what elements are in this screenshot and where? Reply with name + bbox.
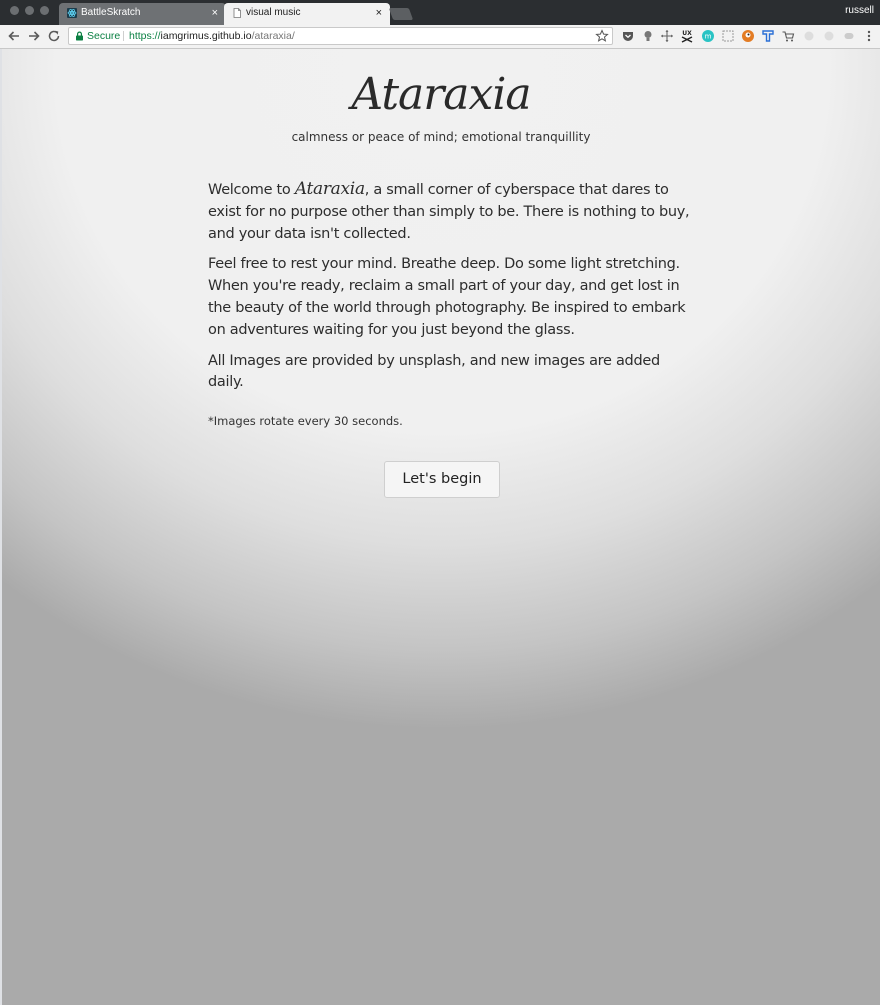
pocket-icon[interactable] [621,29,635,43]
intro-content: Welcome to Ataraxia, a small corner of c… [208,179,692,428]
page-subtitle: calmness or peace of mind; emotional tra… [291,130,591,144]
omnibox-divider [123,31,124,41]
tampermonkey-icon[interactable] [761,29,775,43]
rotation-note: *Images rotate every 30 seconds. [208,414,403,429]
welcome-paragraph: Welcome to Ataraxia, a small corner of c… [208,179,692,245]
inline-brand-name: Ataraxia [294,179,365,199]
react-favicon-icon [67,8,77,18]
close-tab-icon[interactable]: × [376,3,382,23]
close-tab-icon[interactable]: × [212,3,218,23]
move-icon[interactable] [660,29,674,43]
url-path: /ataraxia/ [251,30,295,42]
ext-disabled-icon[interactable] [842,29,856,43]
tab-visual-music[interactable]: visual music × [224,3,390,25]
lock-icon [76,31,83,41]
page-viewport: Ataraxia calmness or peace of mind; emot… [2,49,880,1005]
address-bar[interactable]: Secure https://iamgrimus.github.io/atara… [68,27,613,45]
minimize-window-icon[interactable] [25,6,34,15]
svg-text:UX: UX [682,30,692,37]
browser-toolbar: Secure https://iamgrimus.github.io/atara… [0,25,880,49]
tab-strip: BattleSkratch × visual music × russell [0,0,880,25]
ext-disabled-icon[interactable] [822,29,836,43]
page-title: Ataraxia [351,69,531,120]
bookmark-star-icon[interactable] [595,29,609,43]
tab-battleskratch[interactable]: BattleSkratch × [59,3,226,25]
svg-text:m: m [705,33,712,41]
page-icon [233,8,241,18]
url-text[interactable]: https://iamgrimus.github.io/ataraxia/ [129,28,295,44]
cart-icon[interactable] [781,29,795,43]
reload-icon[interactable] [46,28,62,44]
screenshot-icon[interactable] [721,29,735,43]
tab-label: visual music [246,7,301,18]
begin-button[interactable]: Let's begin [384,461,500,498]
url-host: iamgrimus.github.io [160,30,252,42]
relax-paragraph: Feel free to rest your mind. Breathe dee… [208,256,686,338]
images-paragraph: All Images are provided by unsplash, and… [208,352,660,391]
maximize-window-icon[interactable] [40,6,49,15]
ux-icon[interactable]: UX [680,29,694,43]
duckduckgo-icon[interactable] [741,29,755,43]
forward-icon[interactable] [26,28,42,44]
menu-icon[interactable] [862,29,876,43]
profile-name[interactable]: russell [845,5,874,16]
new-tab-button[interactable] [388,8,414,20]
ext-disabled-icon[interactable] [802,29,816,43]
url-scheme: https:// [129,30,161,42]
close-window-icon[interactable] [10,6,19,15]
browser-window: BattleSkratch × visual music × russell S… [0,0,880,1005]
m-icon[interactable]: m [701,29,715,43]
lightbulb-icon[interactable] [641,29,655,43]
welcome-text: Welcome to [208,182,295,198]
secure-label: Secure [87,30,121,42]
back-icon[interactable] [6,28,22,44]
tab-label: BattleSkratch [81,7,141,18]
